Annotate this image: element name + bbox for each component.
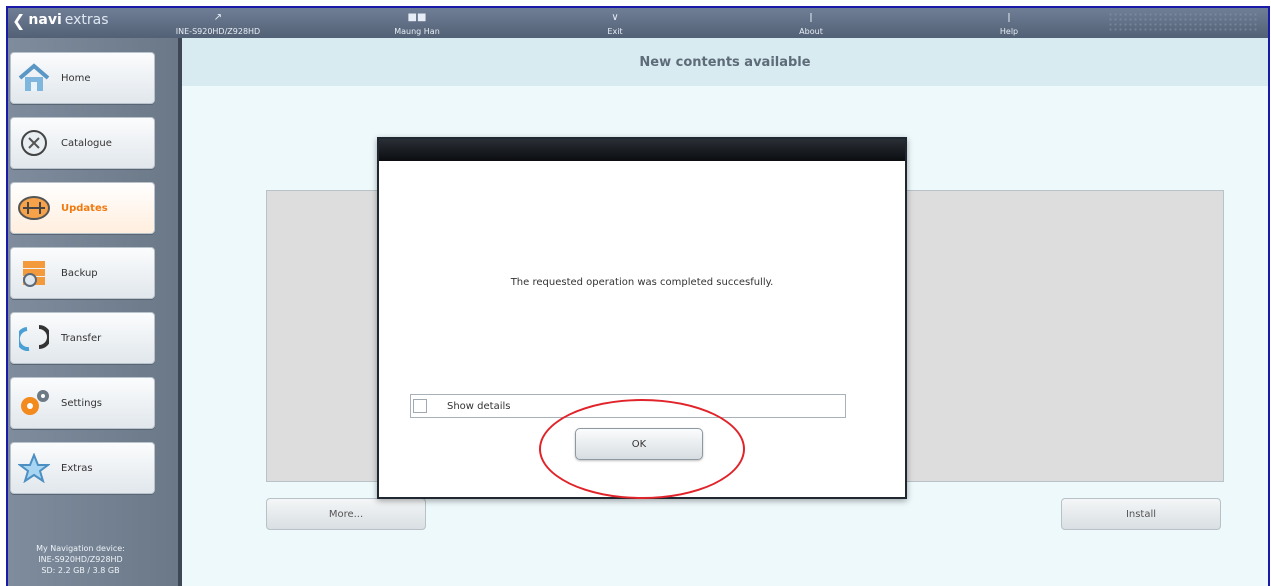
sidebar-item-label: Transfer (61, 332, 102, 344)
transfer-icon (17, 321, 51, 355)
home-icon (17, 61, 51, 95)
sidebar-item-backup[interactable]: Backup (10, 247, 155, 299)
sidebar-item-updates[interactable]: Updates (10, 182, 155, 234)
sidebar-item-label: Extras (61, 462, 93, 474)
settings-icon (17, 386, 51, 420)
topbar-exit-label: Exit (607, 27, 623, 36)
sidebar-item-label: Settings (61, 397, 103, 409)
sidebar-item-home[interactable]: Home (10, 52, 155, 104)
dialog-titlebar (379, 139, 905, 161)
more-button[interactable]: More... (266, 498, 426, 530)
install-button[interactable]: Install (1061, 498, 1221, 530)
user-icon: ■■ (407, 12, 427, 23)
completion-dialog: The requested operation was completed su… (377, 137, 907, 499)
signal-icon: ↗ (213, 12, 223, 23)
sidebar-item-extras[interactable]: Extras (10, 442, 155, 494)
ok-button[interactable]: OK (575, 428, 703, 460)
sidebar-item-label: Home (61, 72, 91, 84)
topbar-help[interactable]: ǀ Help (954, 8, 1064, 38)
topbar-user-label: Maung Han (394, 27, 440, 36)
show-details-checkbox[interactable] (413, 399, 427, 413)
topbar-device-label: INE-S920HD/Z928HD (175, 27, 261, 36)
topbar-decoration (1108, 12, 1258, 32)
page-title: New contents available (182, 38, 1268, 86)
sidebar-item-catalogue[interactable]: Catalogue (10, 117, 155, 169)
topbar-about[interactable]: ǀ About (756, 8, 866, 38)
device-info-title: My Navigation device: (36, 544, 125, 553)
sidebar-item-label: Backup (61, 267, 98, 279)
sidebar: Home Catalogue Updates Backup Transfer S… (8, 38, 182, 586)
sidebar-item-transfer[interactable]: Transfer (10, 312, 155, 364)
logo-navi: navi (28, 12, 62, 28)
topbar-help-label: Help (999, 27, 1019, 36)
sidebar-item-label: Updates (61, 202, 108, 214)
show-details-row[interactable]: Show details (410, 394, 846, 418)
device-info: My Navigation device: INE-S920HD/Z928HD … (8, 543, 153, 576)
device-info-model: INE-S920HD/Z928HD (38, 555, 123, 564)
naviextras-logo: ❮ navi extras (12, 10, 109, 30)
logo-extras: extras (64, 12, 109, 28)
star-icon (17, 451, 51, 485)
sidebar-item-settings[interactable]: Settings (10, 377, 155, 429)
topbar-device[interactable]: ↗ INE-S920HD/Z928HD (163, 8, 273, 38)
dialog-message: The requested operation was completed su… (510, 277, 774, 288)
topbar-about-label: About (799, 27, 823, 36)
logo-mark-icon: ❮ (12, 10, 26, 30)
info-icon: ǀ (809, 12, 813, 23)
topbar-user[interactable]: ■■ Maung Han (362, 8, 472, 38)
catalogue-icon (17, 126, 51, 160)
sidebar-item-label: Catalogue (61, 137, 112, 149)
top-bar: ❮ navi extras ↗ INE-S920HD/Z928HD ■■ Maun… (8, 8, 1268, 39)
help-icon: ǀ (1007, 12, 1011, 23)
exit-icon: ∨ (611, 12, 619, 23)
backup-icon (17, 256, 51, 290)
device-info-storage: SD: 2.2 GB / 3.8 GB (41, 566, 120, 575)
show-details-label: Show details (447, 400, 511, 412)
updates-icon (17, 191, 51, 225)
topbar-exit[interactable]: ∨ Exit (560, 8, 670, 38)
